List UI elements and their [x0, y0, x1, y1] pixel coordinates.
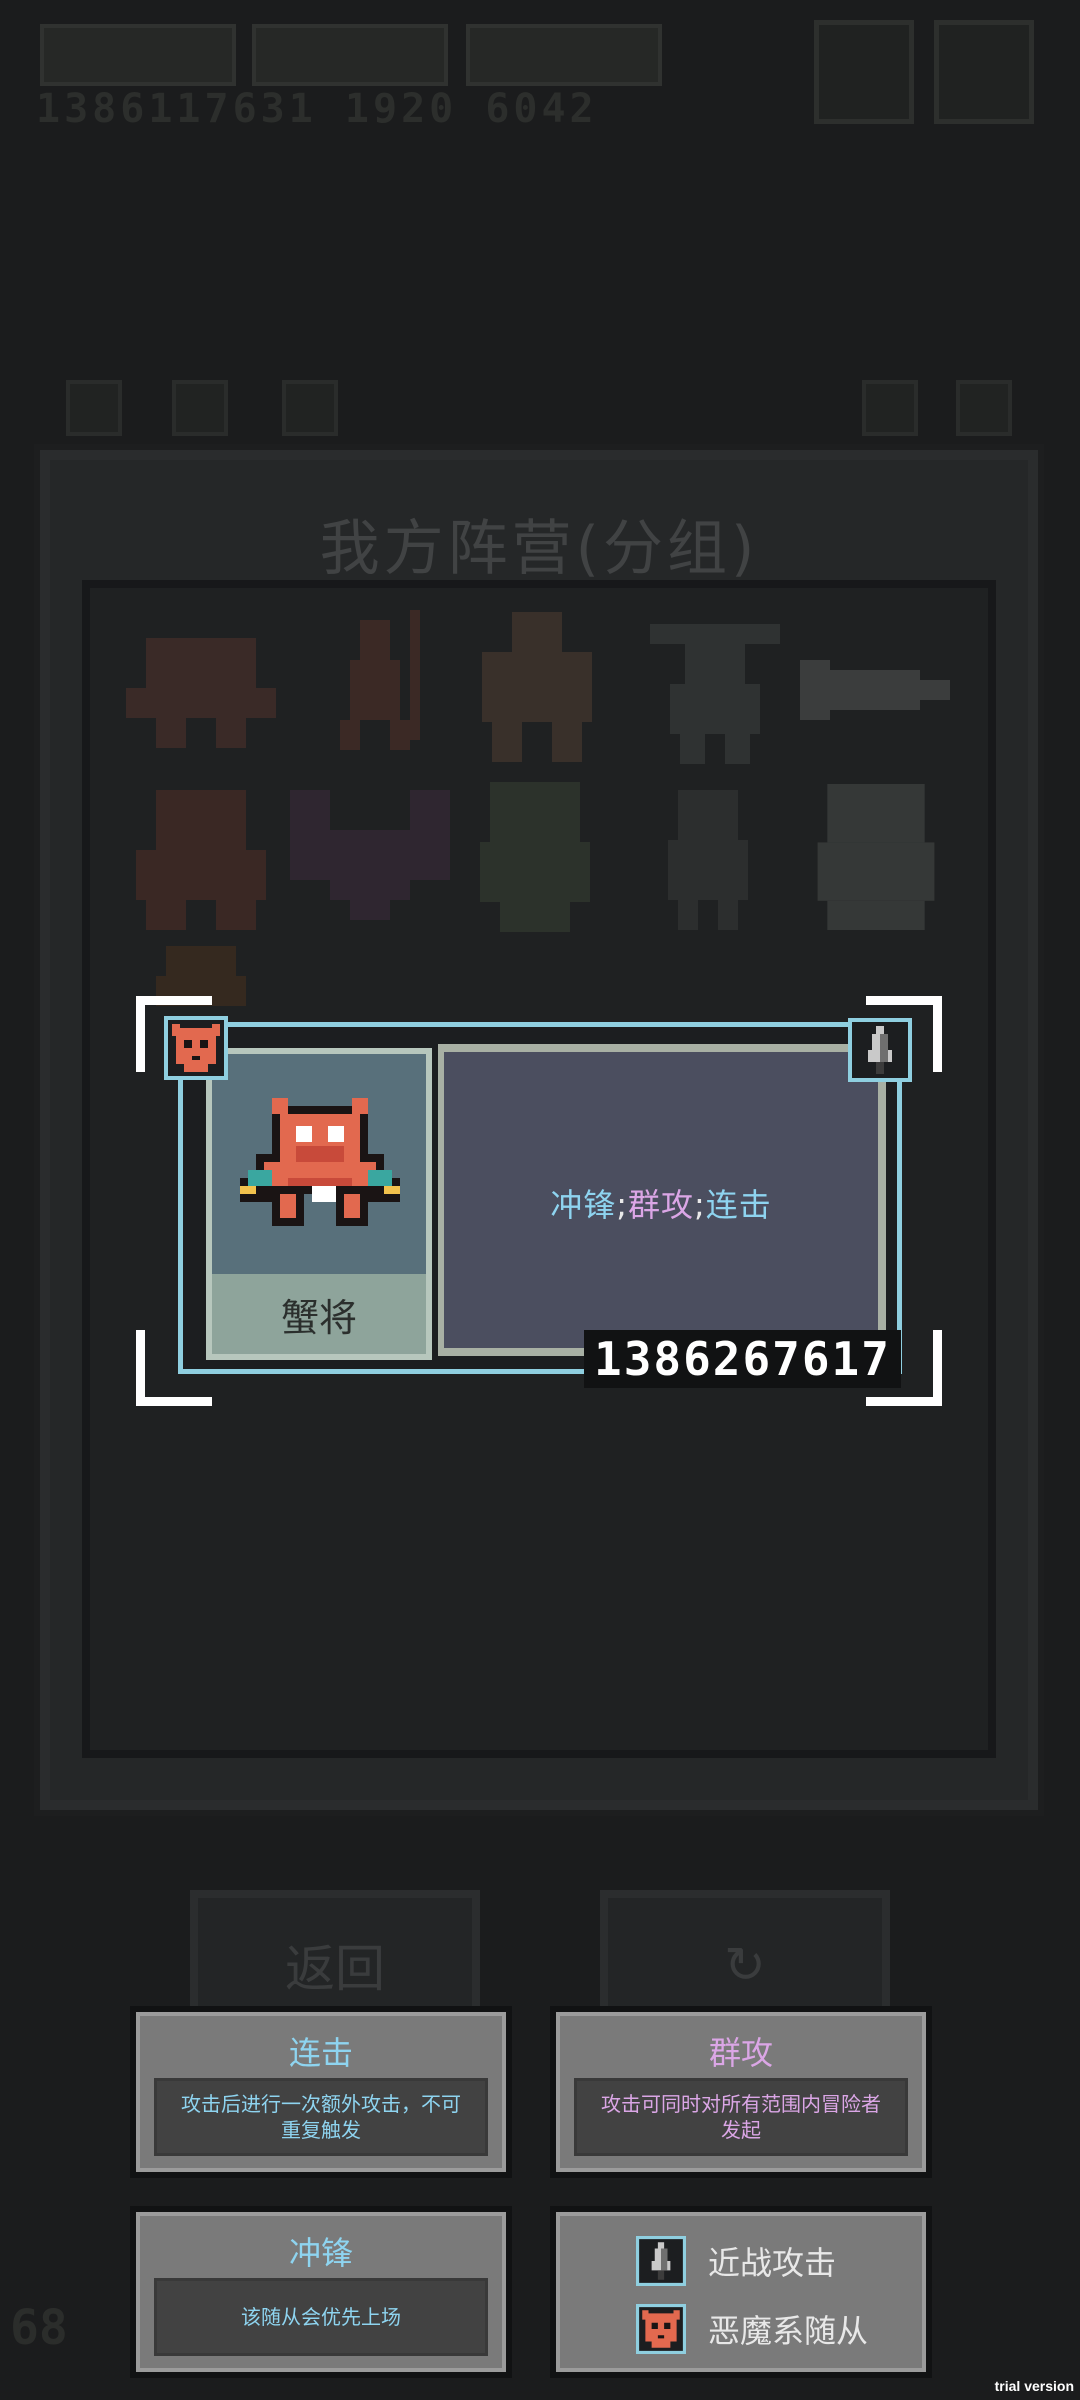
legend-melee: 近战攻击 [636, 2236, 836, 2286]
ninja-unit-faded-icon[interactable] [648, 790, 768, 930]
mini-button-4[interactable] [862, 380, 918, 436]
trait-separator: ; [694, 1186, 706, 1224]
aoe-tooltip-description: 攻击可同时对所有范围内冒险者发起 [574, 2078, 908, 2156]
bandit-unit-faded-icon[interactable] [640, 614, 790, 764]
panel-title: 我方阵营(分组) [319, 514, 759, 584]
legend-melee-label: 近战攻击 [708, 2244, 837, 2282]
resource-box-1 [40, 24, 236, 86]
unit-traits-panel: 冲锋;群攻;连击 [438, 1044, 886, 1356]
unit-portrait: 蟹将 [206, 1048, 432, 1360]
portrait-background [212, 1054, 426, 1274]
crab-general-sprite-icon [240, 1098, 400, 1226]
aoe-tooltip: 群攻 攻击可同时对所有范围内冒险者发起 [550, 2006, 932, 2178]
unit-traits: 冲锋;群攻;连击 [444, 1180, 878, 1226]
demon-mask-icon [636, 2304, 686, 2354]
combo-tooltip-title: 连击 [288, 2034, 353, 2072]
trial-watermark: trial version [994, 2378, 1074, 2394]
legend-tooltip: 近战攻击 恶魔系随从 [550, 2206, 932, 2378]
combo-tooltip: 连击 攻击后进行一次额外攻击，不可重复触发 [130, 2006, 512, 2178]
bat-unit-faded-icon[interactable] [290, 780, 450, 930]
trait-separator: ; [616, 1186, 628, 1224]
resource-numbers: 1386117631 1920 6042 [36, 86, 598, 132]
mini-button-2[interactable] [172, 380, 228, 436]
shrimp-unit-faded-icon[interactable] [320, 610, 430, 760]
resource-box-3 [466, 24, 662, 86]
charge-tooltip: 冲锋 该随从会优先上场 [130, 2206, 512, 2378]
melee-blade-icon [848, 1018, 912, 1082]
trait-aoe[interactable]: 群攻 [628, 1186, 694, 1224]
demon-mask-icon [164, 1016, 228, 1080]
mini-button-3[interactable] [282, 380, 338, 436]
legend-demon-label: 恶魔系随从 [708, 2312, 869, 2350]
melee-blade-icon [636, 2236, 686, 2286]
fish-unit-faded-icon[interactable] [800, 650, 950, 730]
trait-charge[interactable]: 冲锋 [550, 1186, 616, 1224]
golem-unit-faded-icon[interactable] [126, 790, 276, 930]
mini-button-5[interactable] [956, 380, 1012, 436]
oldman-unit-faded-icon[interactable] [470, 782, 600, 932]
mini-button-1[interactable] [66, 380, 122, 436]
plant-unit-faded-icon[interactable] [462, 612, 612, 762]
cat-unit-faded-icon[interactable] [806, 784, 946, 930]
top-button-1[interactable] [814, 20, 914, 124]
corner-number: 68 [10, 2300, 68, 2356]
top-button-2[interactable] [934, 20, 1034, 124]
resource-box-2 [252, 24, 448, 86]
aoe-tooltip-title: 群攻 [708, 2034, 773, 2072]
trait-combo[interactable]: 连击 [706, 1186, 772, 1224]
charge-tooltip-description: 该随从会优先上场 [154, 2278, 488, 2356]
combo-tooltip-description: 攻击后进行一次额外攻击，不可重复触发 [154, 2078, 488, 2156]
legend-demon: 恶魔系随从 [636, 2304, 868, 2354]
crab-unit-faded-icon[interactable] [126, 618, 276, 758]
unit-name: 蟹将 [280, 1296, 357, 1340]
unit-id-number: 1386267617 [584, 1330, 901, 1388]
charge-tooltip-title: 冲锋 [288, 2234, 353, 2272]
